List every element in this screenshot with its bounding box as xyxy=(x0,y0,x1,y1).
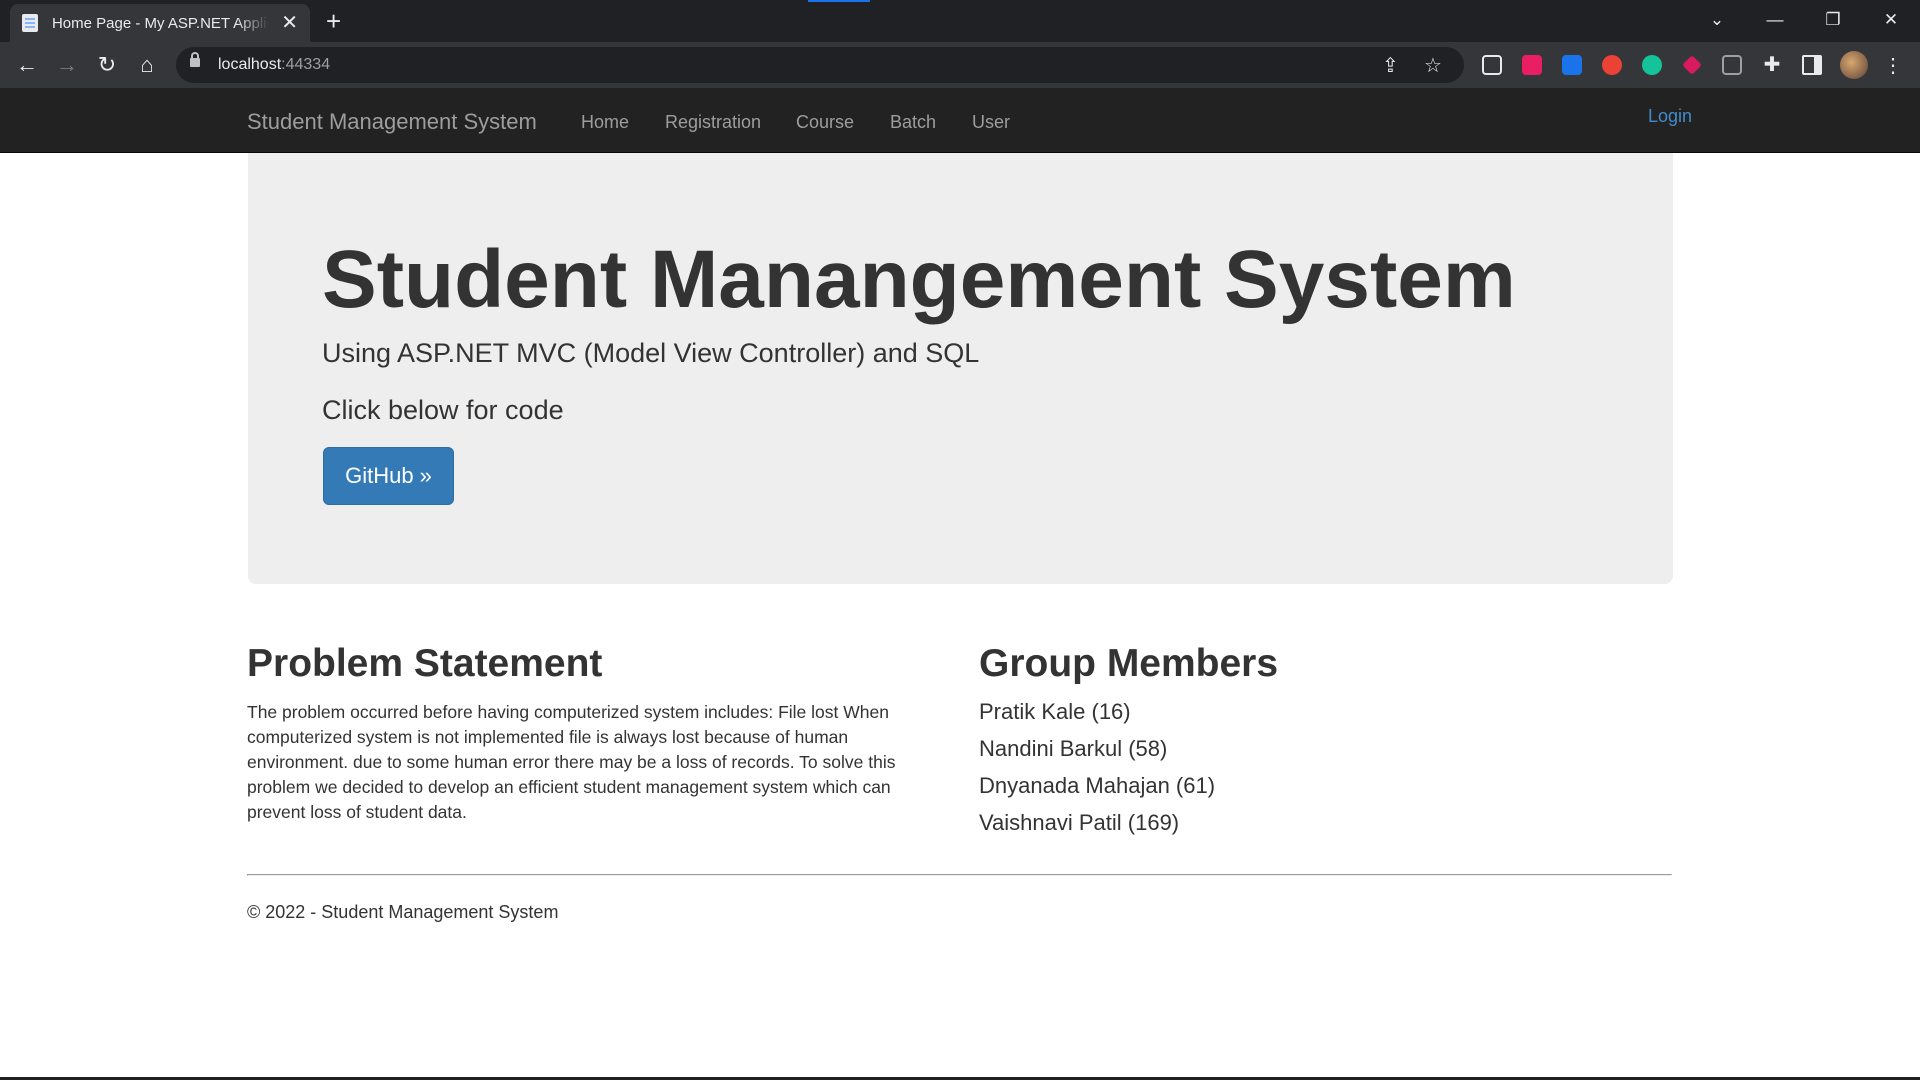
puzzle-icon[interactable]: ✚ xyxy=(1762,55,1782,75)
list-item: Pratik Kale (16) xyxy=(979,699,1131,724)
problem-statement-text: The problem occurred before having compu… xyxy=(247,702,896,822)
lead-text: Using ASP.NET MVC (Model View Controller… xyxy=(322,338,980,368)
new-tab-icon[interactable]: + xyxy=(326,8,341,34)
window-controls: ⌄ — ❐ ✕ xyxy=(1688,0,1920,40)
minimize-icon[interactable]: — xyxy=(1746,0,1804,40)
list-item: Vaishnavi Patil (169) xyxy=(979,810,1180,835)
tab-indicator xyxy=(808,0,870,2)
close-window-icon[interactable]: ✕ xyxy=(1862,0,1920,40)
arrow-right-icon[interactable]: → xyxy=(52,50,82,80)
menu-dots-icon[interactable]: ⋮ xyxy=(1878,50,1908,80)
home-icon[interactable]: ⌂ xyxy=(132,50,162,80)
nav-link-course[interactable]: Course xyxy=(796,112,854,133)
tab-title: Home Page - My ASP.NET Application xyxy=(51,14,269,32)
group-members-heading: Group Members xyxy=(979,642,1279,685)
reload-icon[interactable]: ↻ xyxy=(92,50,122,80)
url-port: :44334 xyxy=(281,56,331,73)
browser-tab-strip: Home Page - My ASP.NET Application ✕ + ⌄… xyxy=(0,0,1920,42)
cta-text: Click below for code xyxy=(322,395,564,425)
group-members-list: Pratik Kale (16) Nandini Barkul (58) Dny… xyxy=(979,697,1215,845)
extension-hand-icon[interactable] xyxy=(1602,55,1622,75)
browser-toolbar: ← → ↻ ⌂ localhost:44334 ⇪ ☆ ✚ ⋮ xyxy=(0,42,1920,88)
url-text[interactable]: localhost:44334 xyxy=(218,56,330,74)
tab-preview-icon[interactable] xyxy=(1482,55,1502,75)
url-host: localhost xyxy=(218,56,282,73)
browser-tab[interactable]: Home Page - My ASP.NET Application ✕ xyxy=(10,4,310,42)
restore-icon[interactable]: ❐ xyxy=(1804,0,1862,40)
share-icon[interactable]: ⇪ xyxy=(1382,53,1399,78)
nav-link-batch[interactable]: Batch xyxy=(890,112,936,133)
page-favicon-icon xyxy=(22,14,38,32)
extension-upload-icon[interactable] xyxy=(1522,55,1542,75)
site-navbar: Student Management System Home Registrat… xyxy=(0,88,1920,153)
side-panel-icon[interactable] xyxy=(1802,55,1822,75)
address-bar[interactable]: localhost:44334 ⇪ ☆ xyxy=(176,47,1464,83)
tab-search-icon[interactable]: ⌄ xyxy=(1688,0,1746,40)
navbar-brand[interactable]: Student Management System xyxy=(247,109,537,135)
star-icon[interactable]: ☆ xyxy=(1424,53,1442,78)
jumbotron: Student Manangement System Using ASP.NET… xyxy=(248,153,1673,584)
profile-avatar[interactable] xyxy=(1840,51,1868,79)
extension-key-icon[interactable] xyxy=(1682,55,1702,75)
grammarly-icon[interactable] xyxy=(1642,55,1662,75)
nav-link-user[interactable]: User xyxy=(972,112,1010,133)
footer-divider xyxy=(247,874,1672,876)
extension-mail-icon[interactable] xyxy=(1722,55,1742,75)
page-title: Student Manangement System xyxy=(322,234,1516,325)
footer-text: © 2022 - Student Management System xyxy=(247,902,559,922)
arrow-left-icon[interactable]: ← xyxy=(12,50,42,80)
list-item: Nandini Barkul (58) xyxy=(979,736,1168,761)
login-link[interactable]: Login xyxy=(1648,106,1692,127)
problem-statement-heading: Problem Statement xyxy=(247,642,603,685)
nav-link-registration[interactable]: Registration xyxy=(665,112,761,133)
close-tab-icon[interactable]: ✕ xyxy=(281,13,298,33)
lock-icon[interactable] xyxy=(190,52,200,67)
list-item: Dnyanada Mahajan (61) xyxy=(979,773,1216,798)
extension-shield-icon[interactable] xyxy=(1562,55,1582,75)
nav-link-home[interactable]: Home xyxy=(581,112,629,133)
github-button[interactable]: GitHub » xyxy=(323,447,454,505)
